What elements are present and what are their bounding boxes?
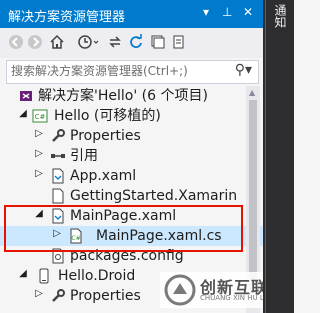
- history-icon[interactable]: [76, 34, 102, 52]
- highlight-box: [4, 205, 243, 252]
- tree-item-label: Hello (可移植的): [54, 108, 161, 124]
- tree-item-getting-started[interactable]: GettingStarted.Xamarin: [0, 186, 263, 206]
- search-input[interactable]: [11, 63, 221, 79]
- tree-item-solution[interactable]: 解决方案'Hello' (6 个项目): [0, 86, 263, 106]
- side-tab-notifications[interactable]: 通知: [269, 4, 287, 28]
- watermark-logo-icon: [164, 274, 196, 306]
- sync-icon[interactable]: [107, 34, 123, 52]
- wrench-icon: [50, 128, 66, 144]
- svg-text:C#: C#: [35, 113, 46, 121]
- solution-icon: [18, 88, 34, 104]
- back-icon[interactable]: [8, 34, 24, 52]
- tree-item-label: 解决方案'Hello' (6 个项目): [38, 88, 208, 104]
- side-divider: [265, 0, 266, 313]
- tree-item-label: Hello.Droid: [58, 268, 136, 284]
- collapse-icon[interactable]: [150, 34, 166, 52]
- expanded-arrow-icon[interactable]: ◢: [18, 108, 28, 119]
- panel-titlebar: 解决方案资源管理器 ▾ ⊥ ✕: [0, 0, 263, 28]
- collapsed-arrow-icon[interactable]: ▷: [34, 288, 44, 299]
- references-icon: [50, 148, 66, 164]
- search-icon[interactable]: ⚲▾: [235, 62, 252, 78]
- tree-item-label: Properties: [70, 128, 141, 144]
- tree-item-project-hello[interactable]: ◢ C# Hello (可移植的): [0, 106, 263, 126]
- collapsed-arrow-icon[interactable]: ▷: [34, 168, 44, 179]
- scrollbar-thumb[interactable]: [249, 100, 257, 290]
- tree-item-label: GettingStarted.Xamarin: [70, 188, 238, 204]
- solution-explorer-panel: 解决方案资源管理器 ▾ ⊥ ✕ ⚲▾: [0, 0, 286, 313]
- csharp-project-icon: C#: [32, 108, 48, 124]
- tree-item-properties[interactable]: ▷ Properties: [0, 126, 263, 146]
- search-box[interactable]: ⚲▾: [6, 60, 259, 84]
- panel-title: 解决方案资源管理器: [8, 10, 126, 25]
- tree-item-label: 引用: [70, 148, 98, 164]
- collapsed-arrow-icon[interactable]: ▷: [34, 128, 44, 139]
- forward-icon[interactable]: [27, 34, 43, 52]
- home-icon[interactable]: [48, 34, 66, 52]
- tree-item-label: App.xaml: [70, 168, 137, 184]
- android-project-icon: [36, 268, 52, 284]
- close-icon[interactable]: ✕: [243, 5, 253, 19]
- pin-icon[interactable]: ⊥: [222, 5, 232, 19]
- wrench-icon: [50, 288, 66, 304]
- tree-item-app-xaml[interactable]: ▷ App.xaml: [0, 166, 263, 186]
- collapsed-arrow-icon[interactable]: ▷: [34, 148, 44, 159]
- refresh-icon[interactable]: [128, 34, 144, 52]
- tree-item-references[interactable]: ▷ 引用: [0, 146, 263, 166]
- xaml-file-icon: [50, 168, 66, 184]
- file-icon: [50, 188, 66, 204]
- show-all-files-icon[interactable]: [171, 34, 187, 52]
- dropdown-icon[interactable]: ▾: [203, 5, 209, 19]
- tree-item-label: Properties: [70, 288, 141, 304]
- toolbar: [0, 28, 263, 58]
- expanded-arrow-icon[interactable]: ◢: [18, 268, 28, 279]
- scroll-up-icon[interactable]: ▲: [249, 88, 255, 97]
- side-tab-strip: 通知: [263, 0, 294, 313]
